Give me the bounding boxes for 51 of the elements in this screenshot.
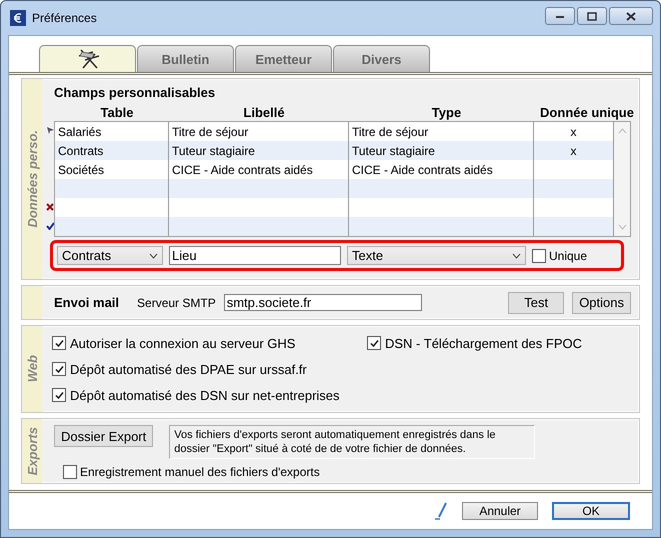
chevron-down-icon [149,252,158,258]
column-header: Donnée unique [539,105,635,120]
tab[interactable]: Divers [333,45,430,72]
delete-icon[interactable] [46,202,54,210]
unique-checkbox[interactable]: Unique [532,248,588,262]
column-header: Type [430,105,462,120]
check-icon [368,338,380,348]
maximize-button[interactable] [577,7,607,25]
check-icon [54,338,64,348]
tab[interactable]: Emetteur [235,45,332,72]
tab[interactable]: Bulletin [137,45,234,72]
section-label: Web [24,355,40,383]
row-pointer-icon [46,127,54,134]
section-strip [22,286,42,319]
option-checkbox[interactable]: Dépôt automatisé des DPAE sur urssaf.fr [52,356,367,382]
smtp-server-input[interactable]: smtp.societe.fr [224,294,422,311]
section-label: Exports [24,426,40,476]
checkmark-icon[interactable] [46,222,54,230]
options-button[interactable]: Options [572,292,631,314]
pen-icon[interactable] [434,502,448,520]
option-checkbox[interactable]: Autoriser la connexion au serveur GHS [52,330,367,356]
export-folder-button[interactable]: Dossier Export [54,425,154,447]
section-title: Champs personnalisables [54,85,216,100]
label-input[interactable]: Lieu [169,246,341,265]
test-button[interactable]: Test [508,292,564,314]
type-dropdown[interactable]: Texte [347,246,526,265]
window-title: Préférences [32,11,97,25]
minimize-icon [555,13,565,19]
section-label: Données perso. [24,130,40,228]
chevron-down-icon [512,252,521,258]
field-label: Serveur SMTP [137,296,216,310]
column-header: Libellé [242,105,286,120]
maximize-icon [587,12,597,20]
info-note: Vos fichiers d'exports seront automatiquement enregistrés dans le dossier "Export" situé à coté de de votre fichier de données. [169,425,536,459]
section-title: Envoi mail [54,295,120,310]
close-button[interactable] [609,7,653,25]
close-icon [626,12,636,20]
ok-button[interactable]: OK [552,502,630,520]
check-icon [54,364,64,374]
euro-icon [10,10,26,26]
cancel-button[interactable]: Annuler [462,502,538,520]
option-checkbox[interactable]: Dépôt automatisé des DSN sur net-entreprises [52,382,367,408]
table-cell: x [570,124,576,138]
manual-export-checkbox[interactable]: Enregistrement manuel des fichiers d'exports [63,465,629,479]
chair-tab[interactable] [39,45,136,72]
check-icon [54,390,64,400]
column-header: Table [100,105,134,120]
table-cell: x [570,144,576,158]
option-checkbox[interactable]: DSN - Téléchargement des FPOC [367,330,629,356]
minimize-button[interactable] [545,7,575,25]
table-dropdown[interactable]: Contrats [57,246,163,265]
